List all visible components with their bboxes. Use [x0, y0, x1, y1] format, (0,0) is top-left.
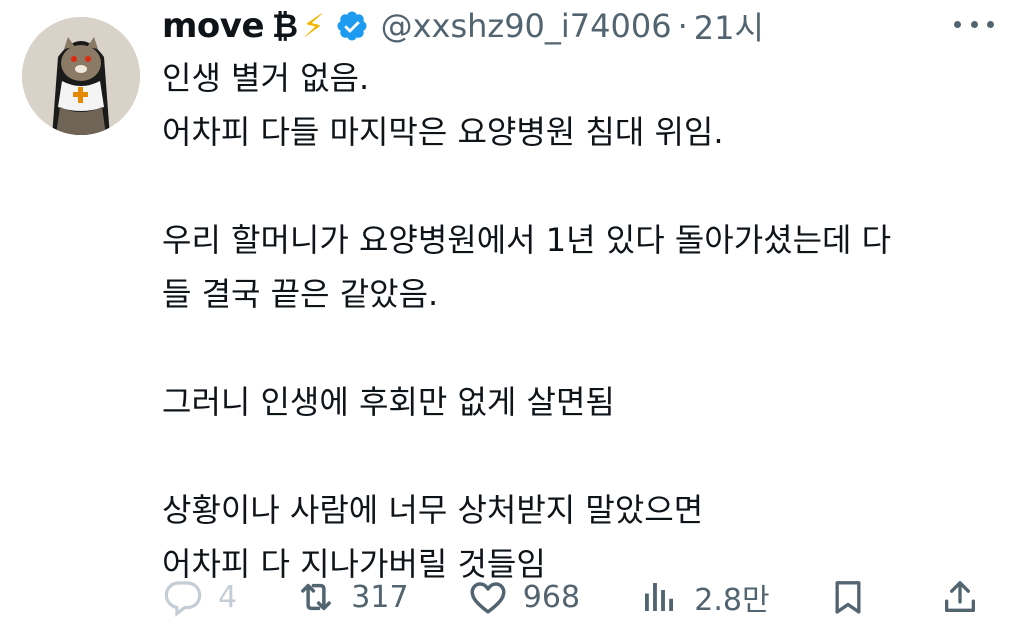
verified-badge-icon[interactable] [335, 9, 369, 43]
display-name[interactable]: move [162, 6, 265, 46]
bookmark-button[interactable] [828, 577, 882, 617]
timestamp[interactable]: 21시 [694, 3, 764, 49]
avatar[interactable] [22, 17, 140, 135]
separator-dot: · [677, 7, 688, 45]
lightning-icon: ⚡ [302, 7, 325, 45]
share-icon [944, 581, 975, 612]
like-button[interactable]: 968 [467, 576, 580, 618]
views-count: 2.8만 [694, 583, 770, 618]
bitcoin-icon: ₿ [272, 7, 299, 45]
views-chart-icon [645, 583, 674, 611]
retweet-button[interactable]: 317 [295, 576, 409, 618]
views-button[interactable]: 2.8만 [638, 575, 770, 619]
share-button[interactable] [940, 577, 994, 617]
tweet-actions-bar: 4 317 968 2.8만 [162, 572, 994, 622]
reply-button[interactable]: 4 [162, 576, 237, 618]
like-count: 968 [522, 579, 581, 615]
more-options-icon[interactable] [954, 18, 994, 30]
reply-count: 4 [218, 579, 238, 615]
tweet-header: move ₿ ⚡ @xxshz90_i74006 · 21시 [162, 4, 994, 48]
retweet-icon [301, 583, 332, 611]
user-handle[interactable]: @xxshz90_i74006 [381, 7, 672, 45]
retweet-count: 317 [351, 579, 409, 615]
avatar-image [22, 17, 140, 135]
name-emoji-badges: ₿ ⚡ [272, 7, 325, 45]
bookmark-icon [835, 581, 861, 614]
heart-icon [470, 582, 506, 614]
reply-icon [164, 581, 202, 617]
tweet-text: 인생 별거 없음. 어차피 다들 마지막은 요양병원 침대 위임. 우리 할머니… [162, 59, 892, 583]
